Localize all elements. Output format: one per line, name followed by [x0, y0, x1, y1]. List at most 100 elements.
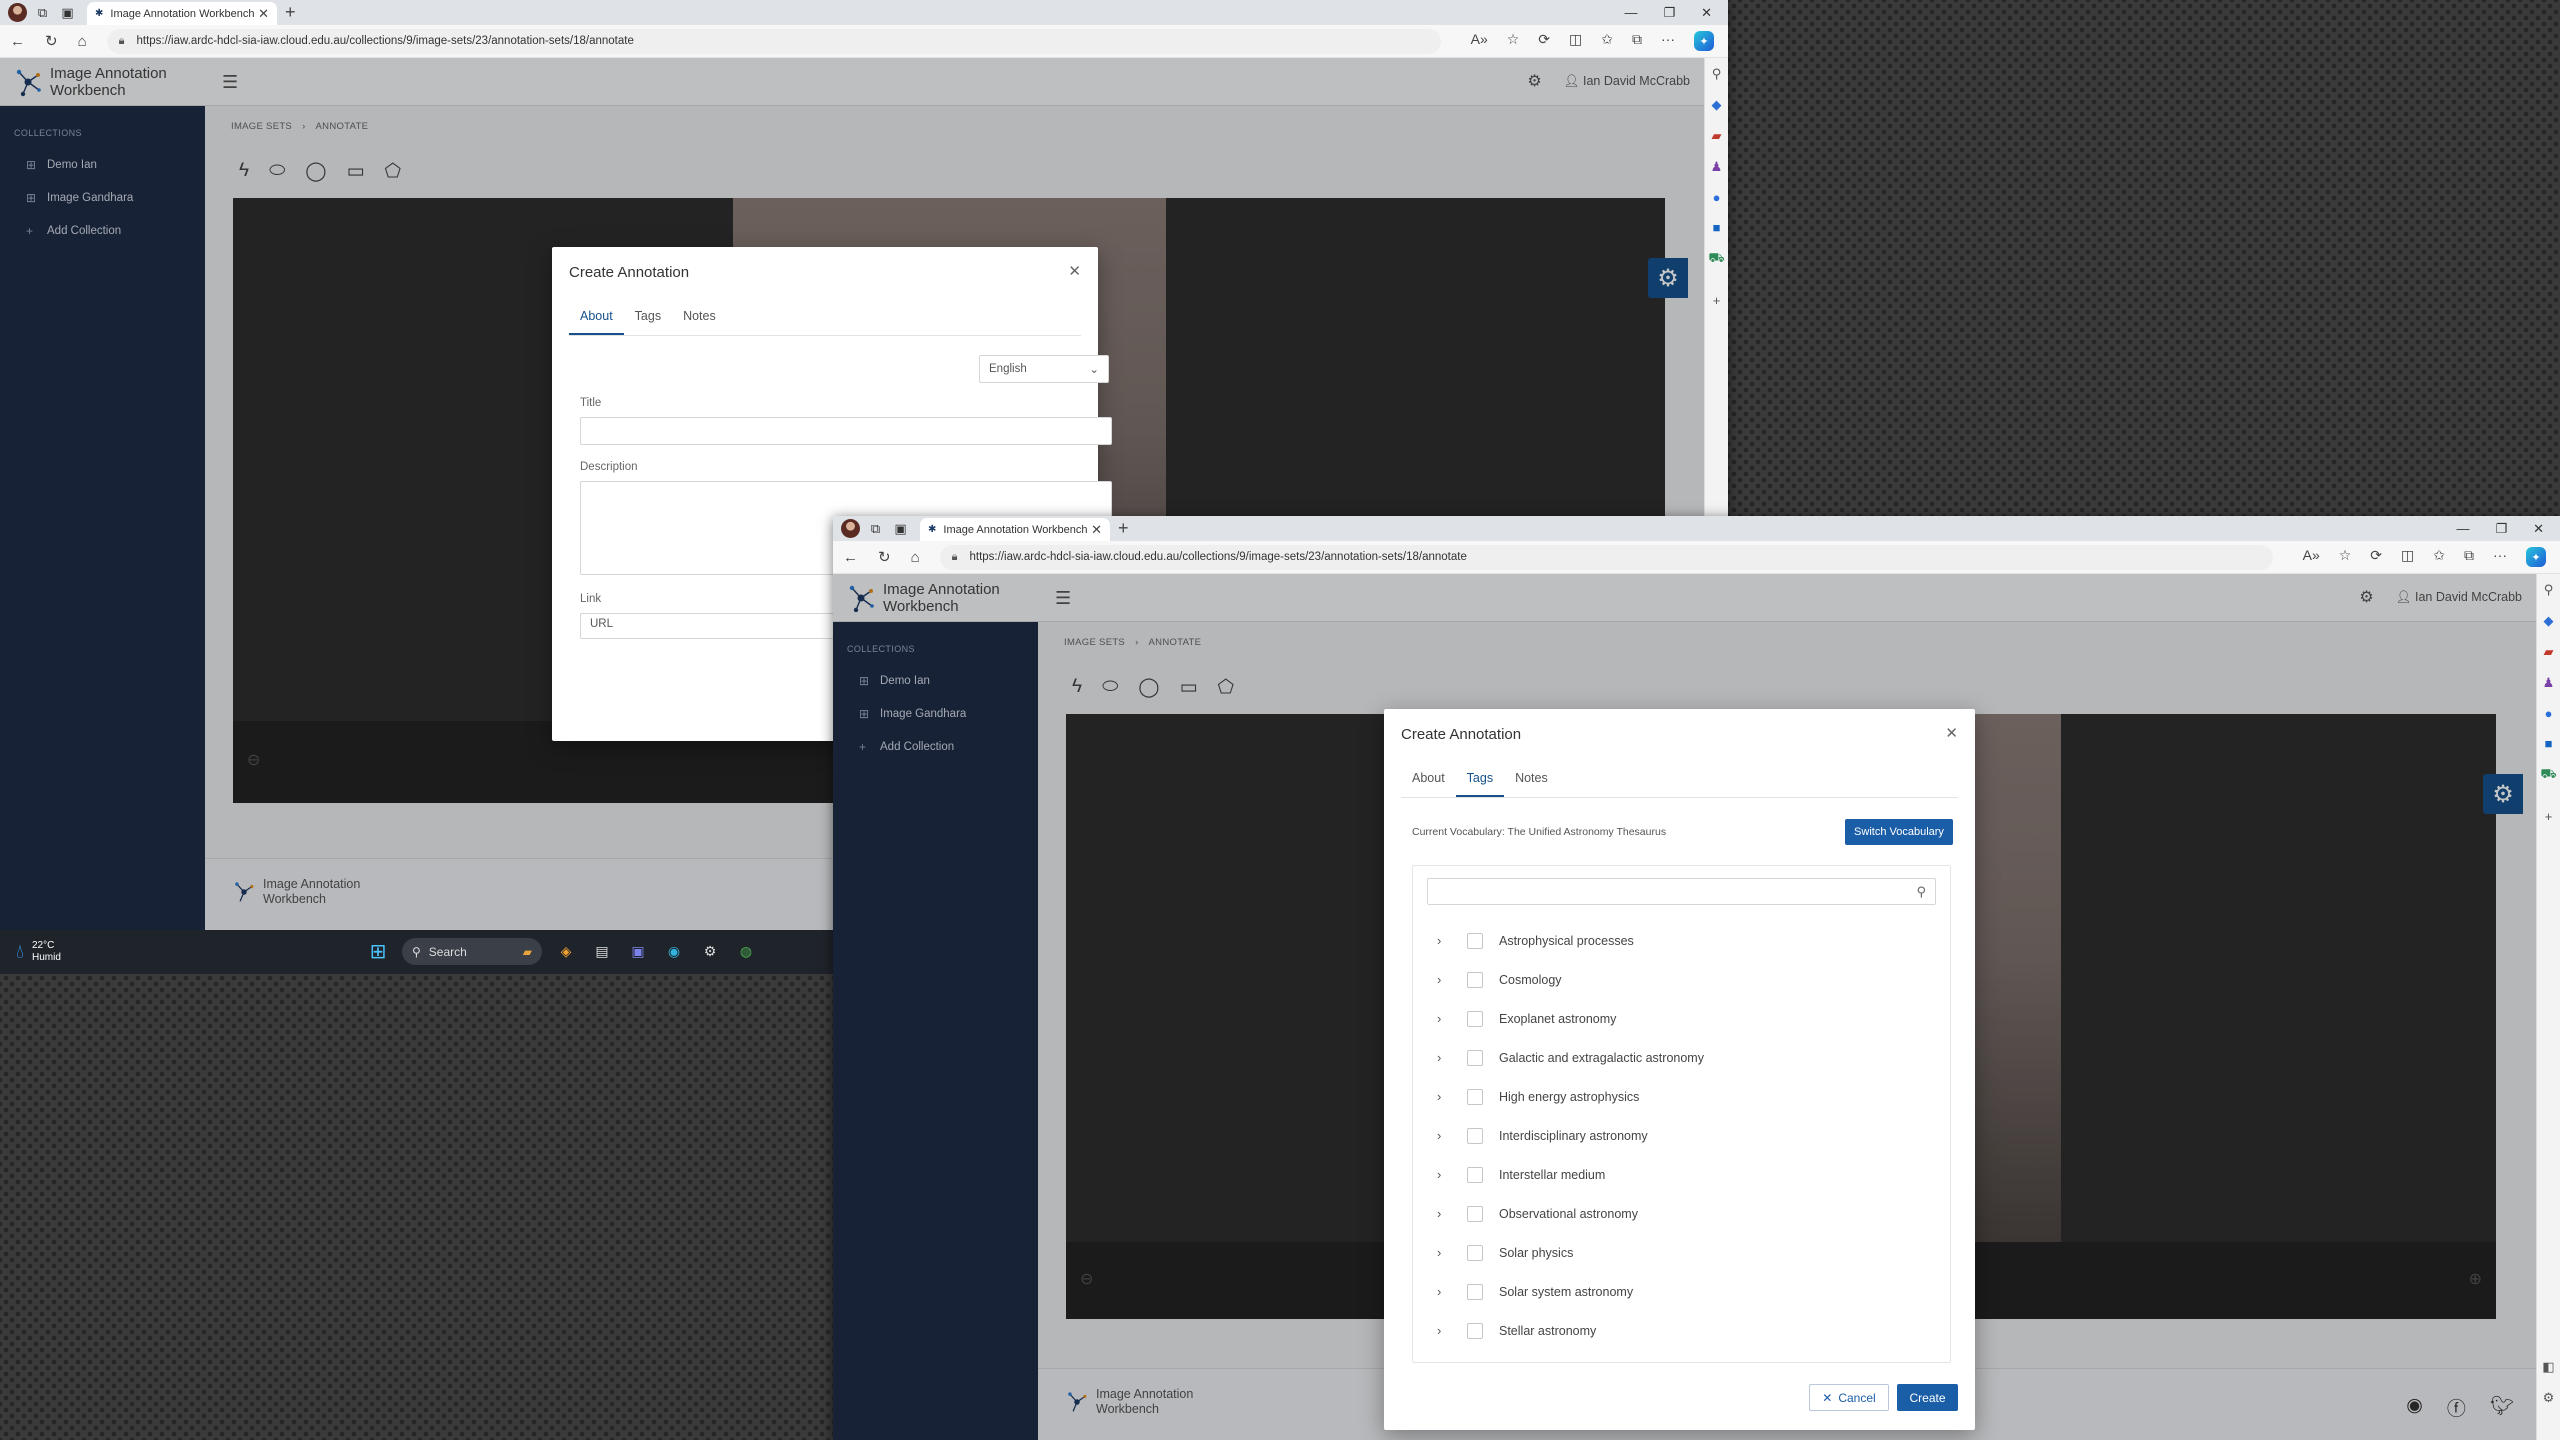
sidebar-office-icon[interactable]: ●: [1713, 190, 1721, 205]
chevron-right-icon[interactable]: ›: [1437, 1284, 1453, 1299]
copilot-icon[interactable]: ✦: [1694, 31, 1714, 51]
sidebar-outlook-icon[interactable]: ■: [1713, 220, 1721, 235]
tab-tags[interactable]: Tags: [624, 309, 672, 335]
start-windows-icon[interactable]: ⊞: [366, 940, 390, 964]
chevron-right-icon[interactable]: ›: [1437, 933, 1453, 948]
workspaces-icon[interactable]: ⧉: [866, 519, 885, 538]
sidebar-shopping-icon[interactable]: ⛟: [1708, 250, 1724, 268]
new-tab-icon[interactable]: +: [285, 2, 296, 23]
lock-icon[interactable]: 🔒︎: [952, 551, 958, 564]
chevron-right-icon[interactable]: ›: [1437, 1206, 1453, 1221]
tag-checkbox[interactable]: [1467, 1283, 1483, 1300]
split-screen-icon[interactable]: ◫: [2401, 547, 2414, 567]
workspaces-icon[interactable]: ⧉: [33, 3, 52, 22]
back-icon[interactable]: ←: [843, 549, 858, 566]
tag-checkbox[interactable]: [1467, 932, 1483, 949]
url-field[interactable]: 🔒︎ https://iaw.ardc-hdcl-sia-iaw.cloud.e…: [939, 544, 2273, 570]
more-menu-icon[interactable]: ···: [2493, 547, 2507, 567]
chevron-right-icon[interactable]: ›: [1437, 1128, 1453, 1143]
tab-notes[interactable]: Notes: [1504, 771, 1559, 797]
browser-tab[interactable]: ✱ Image Annotation Workbench ✕: [87, 2, 277, 25]
tag-checkbox[interactable]: [1467, 1010, 1483, 1027]
tag-row-cosmology[interactable]: › Cosmology: [1437, 960, 1562, 999]
tag-checkbox[interactable]: [1467, 1322, 1483, 1339]
weather-widget[interactable]: 💧︎ 22°C Humid: [16, 940, 61, 964]
sidebar-office-icon[interactable]: ●: [2545, 706, 2553, 721]
tag-checkbox[interactable]: [1467, 1127, 1483, 1144]
taskbar-search[interactable]: ⚲ Search ▰: [402, 938, 542, 965]
chevron-right-icon[interactable]: ›: [1437, 1011, 1453, 1026]
lock-icon[interactable]: 🔒︎: [119, 35, 125, 48]
sidebar-layout-icon[interactable]: ◧: [2542, 1359, 2554, 1375]
settings-taskbar-icon[interactable]: ⚙: [698, 940, 722, 964]
back-icon[interactable]: ←: [10, 33, 25, 50]
chevron-right-icon[interactable]: ›: [1437, 1050, 1453, 1065]
tab-tags[interactable]: Tags: [1455, 771, 1505, 797]
chevron-right-icon[interactable]: ›: [1437, 1323, 1453, 1338]
new-tab-icon[interactable]: +: [1118, 518, 1129, 539]
profile-avatar-icon[interactable]: [841, 519, 860, 538]
file-explorer-icon[interactable]: ▤: [590, 940, 614, 964]
read-aloud-icon[interactable]: A»: [1471, 31, 1488, 51]
edge-taskbar-icon[interactable]: ◉: [662, 940, 686, 964]
tag-row-solar-physics[interactable]: › Solar physics: [1437, 1233, 1573, 1272]
restore-icon[interactable]: ❐: [2495, 521, 2507, 537]
sidebar-tag-icon[interactable]: ◆: [2544, 613, 2554, 629]
tag-row-exoplanet-astronomy[interactable]: › Exoplanet astronomy: [1437, 999, 1616, 1038]
sidebar-toolbox-icon[interactable]: ▰: [1712, 128, 1722, 144]
tag-row-astrophysical-processes[interactable]: › Astrophysical processes: [1437, 921, 1634, 960]
tab-close-icon[interactable]: ✕: [258, 6, 269, 22]
language-select[interactable]: English ⌄: [979, 355, 1109, 383]
tag-search-input[interactable]: ⚲: [1427, 878, 1936, 905]
close-icon[interactable]: ✕: [1945, 724, 1958, 742]
favorites-icon[interactable]: ✩: [1601, 31, 1613, 51]
chevron-right-icon[interactable]: ›: [1437, 1089, 1453, 1104]
favorite-star-icon[interactable]: ☆: [2339, 547, 2352, 567]
refresh-icon[interactable]: ↻: [45, 32, 58, 50]
favorite-star-icon[interactable]: ☆: [1507, 31, 1520, 51]
sidebar-outlook-icon[interactable]: ■: [2545, 736, 2553, 751]
tag-row-galactic-extragalactic[interactable]: › Galactic and extragalactic astronomy: [1437, 1038, 1704, 1077]
chevron-right-icon[interactable]: ›: [1437, 1245, 1453, 1260]
tag-checkbox[interactable]: [1467, 1088, 1483, 1105]
teams-icon[interactable]: ▣: [626, 940, 650, 964]
copilot-taskbar-icon[interactable]: ◈: [554, 940, 578, 964]
profile-avatar-icon[interactable]: [8, 3, 27, 22]
sidebar-add-icon[interactable]: +: [2545, 809, 2553, 824]
home-icon[interactable]: ⌂: [78, 33, 87, 50]
tab-about[interactable]: About: [569, 309, 624, 335]
tag-checkbox[interactable]: [1467, 971, 1483, 988]
sidebar-search-icon[interactable]: ⚲: [2544, 582, 2554, 598]
close-icon[interactable]: ✕: [1068, 262, 1081, 280]
restore-icon[interactable]: ❐: [1663, 5, 1675, 21]
read-aloud-icon[interactable]: A»: [2303, 547, 2320, 567]
sidebar-settings-icon[interactable]: ⚙: [2543, 1390, 2555, 1406]
browser-tab[interactable]: ✱ Image Annotation Workbench ✕: [920, 518, 1110, 541]
tab-about[interactable]: About: [1401, 771, 1456, 797]
sidebar-people-icon[interactable]: ♟: [2543, 675, 2555, 691]
home-icon[interactable]: ⌂: [911, 549, 920, 566]
minimize-icon[interactable]: —: [2456, 521, 2469, 537]
extensions-icon[interactable]: ⟳: [1538, 31, 1550, 51]
tag-row-stellar-astronomy[interactable]: › Stellar astronomy: [1437, 1311, 1596, 1350]
switch-vocabulary-button[interactable]: Switch Vocabulary: [1845, 819, 1953, 845]
minimize-icon[interactable]: —: [1624, 5, 1637, 21]
sidebar-tag-icon[interactable]: ◆: [1712, 97, 1722, 113]
tab-notes[interactable]: Notes: [672, 309, 727, 335]
sidebar-search-icon[interactable]: ⚲: [1712, 66, 1722, 82]
title-field[interactable]: [580, 417, 1112, 445]
tag-row-observational-astronomy[interactable]: › Observational astronomy: [1437, 1194, 1638, 1233]
sidebar-toolbox-icon[interactable]: ▰: [2544, 644, 2554, 660]
collections-icon[interactable]: ⧉: [2464, 547, 2474, 567]
tab-actions-icon[interactable]: ▣: [58, 3, 77, 22]
chevron-right-icon[interactable]: ›: [1437, 1167, 1453, 1182]
tag-row-solar-system-astronomy[interactable]: › Solar system astronomy: [1437, 1272, 1633, 1311]
cancel-button[interactable]: ✕ Cancel: [1809, 1384, 1889, 1411]
close-window-icon[interactable]: ✕: [1701, 5, 1712, 21]
tag-row-interdisciplinary-astronomy[interactable]: › Interdisciplinary astronomy: [1437, 1116, 1648, 1155]
tab-close-icon[interactable]: ✕: [1091, 522, 1102, 538]
tab-actions-icon[interactable]: ▣: [891, 519, 910, 538]
tag-row-interstellar-medium[interactable]: › Interstellar medium: [1437, 1155, 1605, 1194]
close-window-icon[interactable]: ✕: [2533, 521, 2544, 537]
tag-checkbox[interactable]: [1467, 1049, 1483, 1066]
